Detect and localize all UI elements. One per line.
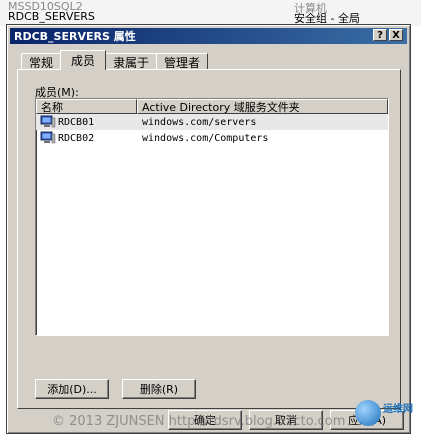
background-row-2: RDCB_SERVERS 安全组 - 全局 (8, 10, 360, 25)
member-folder: windows.com/servers (142, 116, 257, 128)
properties-dialog: RDCB_SERVERS 属性 ? X 常规 成员 隶属于 管理者 成员(M):… (6, 24, 411, 434)
members-list[interactable]: 名称 Active Directory 域服务文件夹 RDCB01 window… (35, 98, 389, 336)
add-button[interactable]: 添加(D)... (35, 379, 109, 399)
computer-icon (40, 131, 56, 144)
background-row-name: RDCB_SERVERS (8, 10, 95, 23)
members-panel: 成员(M): 名称 Active Directory 域服务文件夹 RDCB01… (17, 69, 401, 409)
dialog-title: RDCB_SERVERS 属性 (14, 30, 136, 43)
column-header-name[interactable]: 名称 (36, 99, 137, 114)
background-list: MSSD10SQL2 计算机 RDCB_SERVERS 安全组 - 全局 (0, 0, 421, 26)
tab-strip: 常规 成员 隶属于 管理者 (21, 50, 209, 70)
list-item-name-cell: RDCB01 (36, 115, 136, 129)
tab-managed-by[interactable]: 管理者 (156, 53, 209, 70)
tab-member-of[interactable]: 隶属于 (105, 53, 158, 70)
dialog-titlebar[interactable]: RDCB_SERVERS 属性 ? X (10, 28, 407, 44)
list-header: 名称 Active Directory 域服务文件夹 (36, 99, 388, 114)
list-item[interactable]: RDCB02 windows.com/Computers (36, 130, 388, 146)
member-name: RDCB01 (58, 116, 95, 128)
remove-button[interactable]: 删除(R) (122, 379, 196, 399)
site-logo-icon (355, 400, 381, 426)
member-name: RDCB02 (58, 132, 95, 144)
list-item-name-cell: RDCB02 (36, 131, 136, 145)
computer-icon (40, 115, 56, 128)
member-folder: windows.com/Computers (142, 132, 269, 144)
close-button[interactable]: X (389, 29, 403, 41)
copyright-watermark: © 2013 ZJUNSEN http://rdsrv.blog.51cto.c… (52, 414, 346, 429)
help-button[interactable]: ? (373, 29, 387, 41)
tab-general[interactable]: 常规 (21, 53, 62, 70)
tab-members[interactable]: 成员 (60, 50, 107, 70)
list-item[interactable]: RDCB01 windows.com/servers (36, 114, 388, 130)
site-logo-text: 运维网 (383, 404, 413, 415)
column-header-folder[interactable]: Active Directory 域服务文件夹 (137, 99, 388, 114)
